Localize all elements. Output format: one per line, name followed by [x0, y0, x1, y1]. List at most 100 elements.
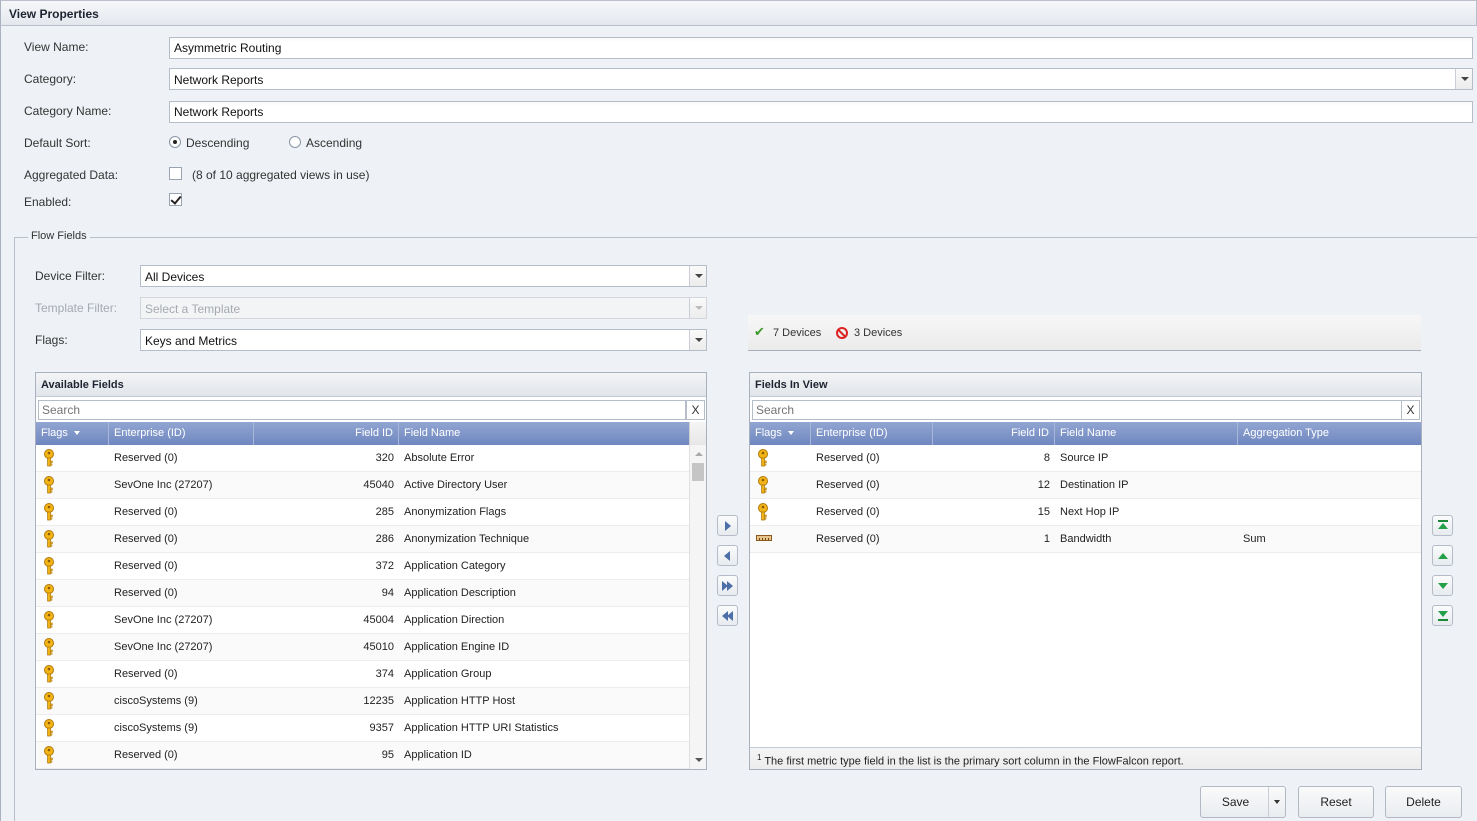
enabled-checkbox[interactable] — [169, 193, 182, 206]
table-row[interactable]: Reserved (0) 8 Source IP — [750, 445, 1421, 472]
cell-field-id: 45004 — [363, 614, 394, 626]
blocked-devices-count[interactable]: 3 Devices — [854, 327, 902, 339]
view-name-label: View Name: — [24, 40, 89, 54]
device-filter-select[interactable]: All Devices — [140, 265, 707, 287]
remove-field-button[interactable] — [717, 545, 738, 566]
table-row[interactable]: Reserved (0) 285 Anonymization Flags — [36, 499, 689, 526]
fieldset-border-top — [14, 237, 1477, 238]
remove-all-fields-button[interactable] — [717, 605, 738, 626]
cell-enterprise: ciscoSystems (9) — [114, 722, 198, 734]
col-enterprise[interactable]: Enterprise (ID) — [811, 422, 933, 445]
category-name-value: Network Reports — [174, 105, 264, 119]
table-row[interactable]: ciscoSystems (9) 9357 Application HTTP URI… — [36, 715, 689, 742]
clear-search-button[interactable]: X — [1401, 400, 1420, 420]
fieldset-border-left — [14, 237, 15, 821]
table-row[interactable]: SevOne Inc (27207) 45040 Active Directory … — [36, 472, 689, 499]
available-fields-header: Flags Enterprise (ID) Field ID Field Nam… — [36, 422, 689, 445]
table-row[interactable]: Reserved (0) 12 Destination IP — [750, 472, 1421, 499]
chevron-down-icon[interactable] — [689, 266, 706, 286]
move-up-button[interactable] — [1432, 545, 1453, 566]
save-button[interactable]: Save — [1200, 786, 1286, 818]
clear-search-button[interactable]: X — [686, 400, 705, 420]
available-fields-scrollbar[interactable] — [689, 445, 706, 769]
col-field-name[interactable]: Field Name — [399, 422, 689, 445]
fields-in-view-search-input[interactable] — [753, 401, 1401, 419]
cell-enterprise: Reserved (0) — [114, 533, 178, 545]
cell-field-id: 1 — [1043, 533, 1050, 545]
add-all-fields-button[interactable] — [717, 575, 738, 596]
ok-devices-count[interactable]: 7 Devices — [773, 327, 821, 339]
move-bottom-icon-bar — [1438, 619, 1448, 621]
add-field-button[interactable] — [717, 515, 738, 536]
move-down-icon — [1438, 583, 1448, 589]
fields-in-view-title: Fields In View — [750, 373, 1421, 397]
table-row[interactable]: Reserved (0) 1 Bandwidth Sum — [750, 526, 1421, 553]
col-aggregation-type[interactable]: Aggregation Type — [1238, 422, 1421, 445]
cell-field-id: 286 — [375, 533, 394, 545]
sort-ascending-radio[interactable] — [289, 136, 301, 148]
cell-field-id: 94 — [381, 587, 394, 599]
table-row[interactable]: SevOne Inc (27207) 45010 Application Engin… — [36, 634, 689, 661]
table-row[interactable]: Reserved (0) 374 Application Group — [36, 661, 689, 688]
cell-field-name: Application HTTP Host — [404, 695, 516, 707]
key-icon — [756, 476, 770, 494]
reset-button[interactable]: Reset — [1298, 786, 1374, 818]
move-all-right-icon-part — [727, 581, 733, 591]
table-row[interactable]: Reserved (0) 15 Next Hop IP — [750, 499, 1421, 526]
move-bottom-button[interactable] — [1432, 605, 1453, 626]
scroll-down-icon[interactable] — [695, 758, 703, 762]
table-row[interactable]: Reserved (0) 320 Absolute Error — [36, 445, 689, 472]
sort-descending-radio[interactable] — [169, 136, 181, 148]
enabled-label: Enabled: — [24, 195, 72, 209]
table-row[interactable]: Reserved (0) 372 Application Category — [36, 553, 689, 580]
col-flags[interactable]: Flags — [750, 422, 811, 445]
available-fields-search[interactable] — [38, 400, 686, 420]
cell-aggregation-type — [1238, 499, 1421, 525]
table-row[interactable]: Reserved (0) 95 Application ID — [36, 742, 689, 769]
sort-descending-label[interactable]: Descending — [186, 136, 249, 150]
scroll-corner — [689, 422, 706, 445]
cell-field-id: 12 — [1037, 479, 1050, 491]
flags-select[interactable]: Keys and Metrics — [140, 329, 707, 351]
cell-field-name: Next Hop IP — [1060, 506, 1120, 518]
table-row[interactable]: SevOne Inc (27207) 45004 Application Direc… — [36, 607, 689, 634]
move-top-button[interactable] — [1432, 515, 1453, 536]
cell-field-name: Application Direction — [404, 614, 505, 626]
save-options-dropdown[interactable] — [1268, 787, 1285, 817]
col-enterprise[interactable]: Enterprise (ID) — [109, 422, 254, 445]
cell-field-id: 320 — [375, 452, 394, 464]
table-row[interactable]: Reserved (0) 94 Application Description — [36, 580, 689, 607]
category-name-label: Category Name: — [24, 104, 112, 118]
view-name-input[interactable]: Asymmetric Routing — [169, 37, 1473, 59]
category-select[interactable]: Network Reports — [169, 68, 1473, 90]
category-name-input[interactable]: Network Reports — [169, 101, 1473, 123]
col-flags-label: Flags — [755, 427, 782, 439]
table-row[interactable]: ciscoSystems (9) 12235 Application HTTP Ho… — [36, 688, 689, 715]
cell-field-id: 9357 — [369, 722, 394, 734]
fields-in-view-search[interactable] — [752, 400, 1402, 420]
cell-field-id: 12235 — [363, 695, 394, 707]
scroll-thumb[interactable] — [692, 463, 704, 481]
flow-fields-legend: Flow Fields — [28, 230, 90, 242]
move-down-button[interactable] — [1432, 575, 1453, 596]
cell-enterprise: SevOne Inc (27207) — [114, 614, 213, 626]
move-all-left-icon-part — [727, 611, 733, 621]
key-icon — [42, 638, 56, 656]
aggregated-data-checkbox[interactable] — [169, 167, 182, 180]
available-fields-search-input[interactable] — [39, 401, 685, 419]
flags-value: Keys and Metrics — [145, 334, 238, 348]
col-flags[interactable]: Flags — [36, 422, 109, 445]
delete-button[interactable]: Delete — [1385, 786, 1462, 818]
cell-field-id: 8 — [1043, 452, 1050, 464]
chevron-down-icon[interactable] — [689, 330, 706, 350]
chevron-down-icon[interactable] — [1455, 69, 1472, 89]
flags-label: Flags: — [35, 333, 68, 347]
col-field-id[interactable]: Field ID — [254, 422, 399, 445]
key-icon — [42, 449, 56, 467]
col-field-name[interactable]: Field Name — [1055, 422, 1238, 445]
sort-ascending-label[interactable]: Ascending — [306, 136, 362, 150]
col-field-id[interactable]: Field ID — [933, 422, 1055, 445]
panel-header: View Properties — [0, 0, 1477, 26]
scroll-up-icon[interactable] — [695, 452, 703, 456]
table-row[interactable]: Reserved (0) 286 Anonymization Technique — [36, 526, 689, 553]
